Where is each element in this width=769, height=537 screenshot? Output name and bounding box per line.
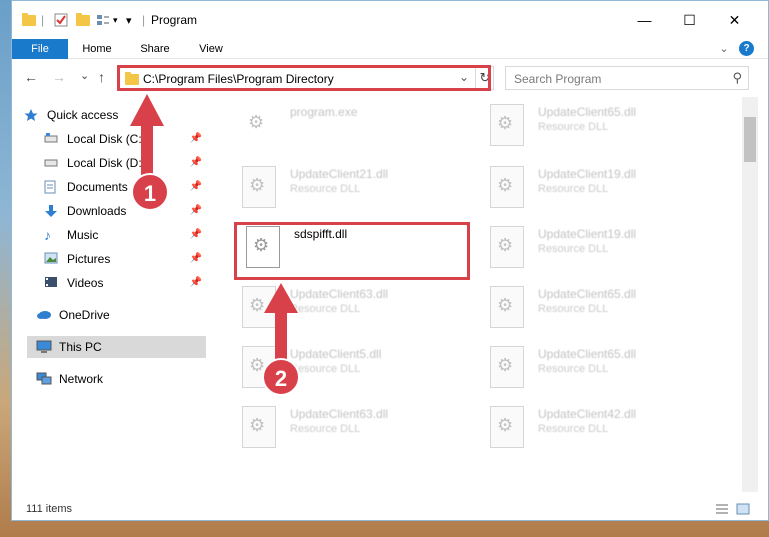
step-2-badge: 2 — [262, 358, 300, 396]
annotation-overlay — [130, 94, 298, 372]
arrow-1-icon — [130, 94, 164, 184]
step-1-badge: 1 — [131, 173, 169, 211]
